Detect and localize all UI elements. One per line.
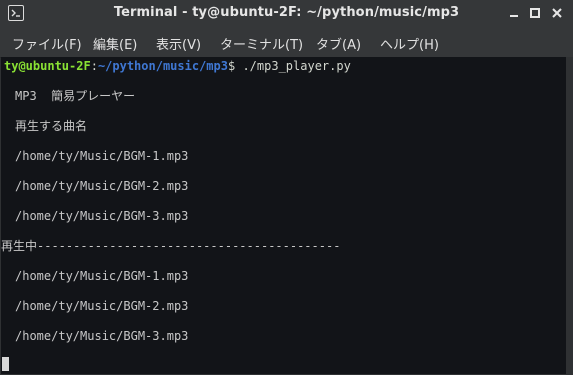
menu-file[interactable]: ファイル(F) [12, 34, 82, 53]
output-line: MP3 簡易プレーヤー [15, 89, 136, 103]
output-line: /home/ty/Music/BGM-1.mp3 [15, 269, 189, 283]
maximize-icon [530, 8, 540, 18]
output-line: /home/ty/Music/BGM-2.mp3 [15, 299, 189, 313]
prompt-line: ty@ubuntu-2F:~/python/music/mp3$ ./mp3_p… [4, 59, 351, 73]
menu-bar: ファイル(F) 編集(E) 表示(V) ターミナル(T) タブ(A) ヘルプ(H… [0, 28, 573, 58]
minimize-button[interactable] [507, 6, 521, 20]
menu-help[interactable]: ヘルプ(H) [380, 34, 439, 53]
minimize-icon [510, 15, 518, 17]
maximize-button[interactable] [528, 6, 542, 20]
prompt-separator: : [90, 59, 98, 73]
title-bar[interactable]: Terminal - ty@ubuntu-2F: ~/python/music/… [0, 0, 573, 28]
menu-terminal[interactable]: ターミナル(T) [220, 34, 303, 53]
terminal-output[interactable]: ty@ubuntu-2F:~/python/music/mp3$ ./mp3_p… [1, 57, 566, 374]
output-line: 再生中-------------------------------------… [1, 239, 341, 253]
window-title: Terminal - ty@ubuntu-2F: ~/python/music/… [113, 5, 460, 20]
terminal-window: Terminal - ty@ubuntu-2F: ~/python/music/… [0, 0, 573, 375]
close-button[interactable] [550, 6, 564, 20]
scrollbar[interactable] [566, 57, 573, 375]
prompt-user: ty@ubuntu-2F [4, 59, 91, 73]
prompt-command: ./mp3_player.py [235, 59, 351, 73]
output-line: 再生する曲名 [15, 119, 88, 133]
output-line: /home/ty/Music/BGM-3.mp3 [15, 329, 189, 343]
menu-view[interactable]: 表示(V) [156, 34, 201, 53]
text-cursor [2, 357, 9, 371]
output-line: /home/ty/Music/BGM-2.mp3 [15, 179, 189, 193]
menu-tabs[interactable]: タブ(A) [316, 34, 361, 53]
output-line: /home/ty/Music/BGM-1.mp3 [15, 149, 189, 163]
prompt-path: ~/python/music/mp3 [97, 59, 228, 73]
menu-edit[interactable]: 編集(E) [93, 34, 137, 53]
output-line: /home/ty/Music/BGM-3.mp3 [15, 209, 189, 223]
close-icon [552, 8, 562, 18]
